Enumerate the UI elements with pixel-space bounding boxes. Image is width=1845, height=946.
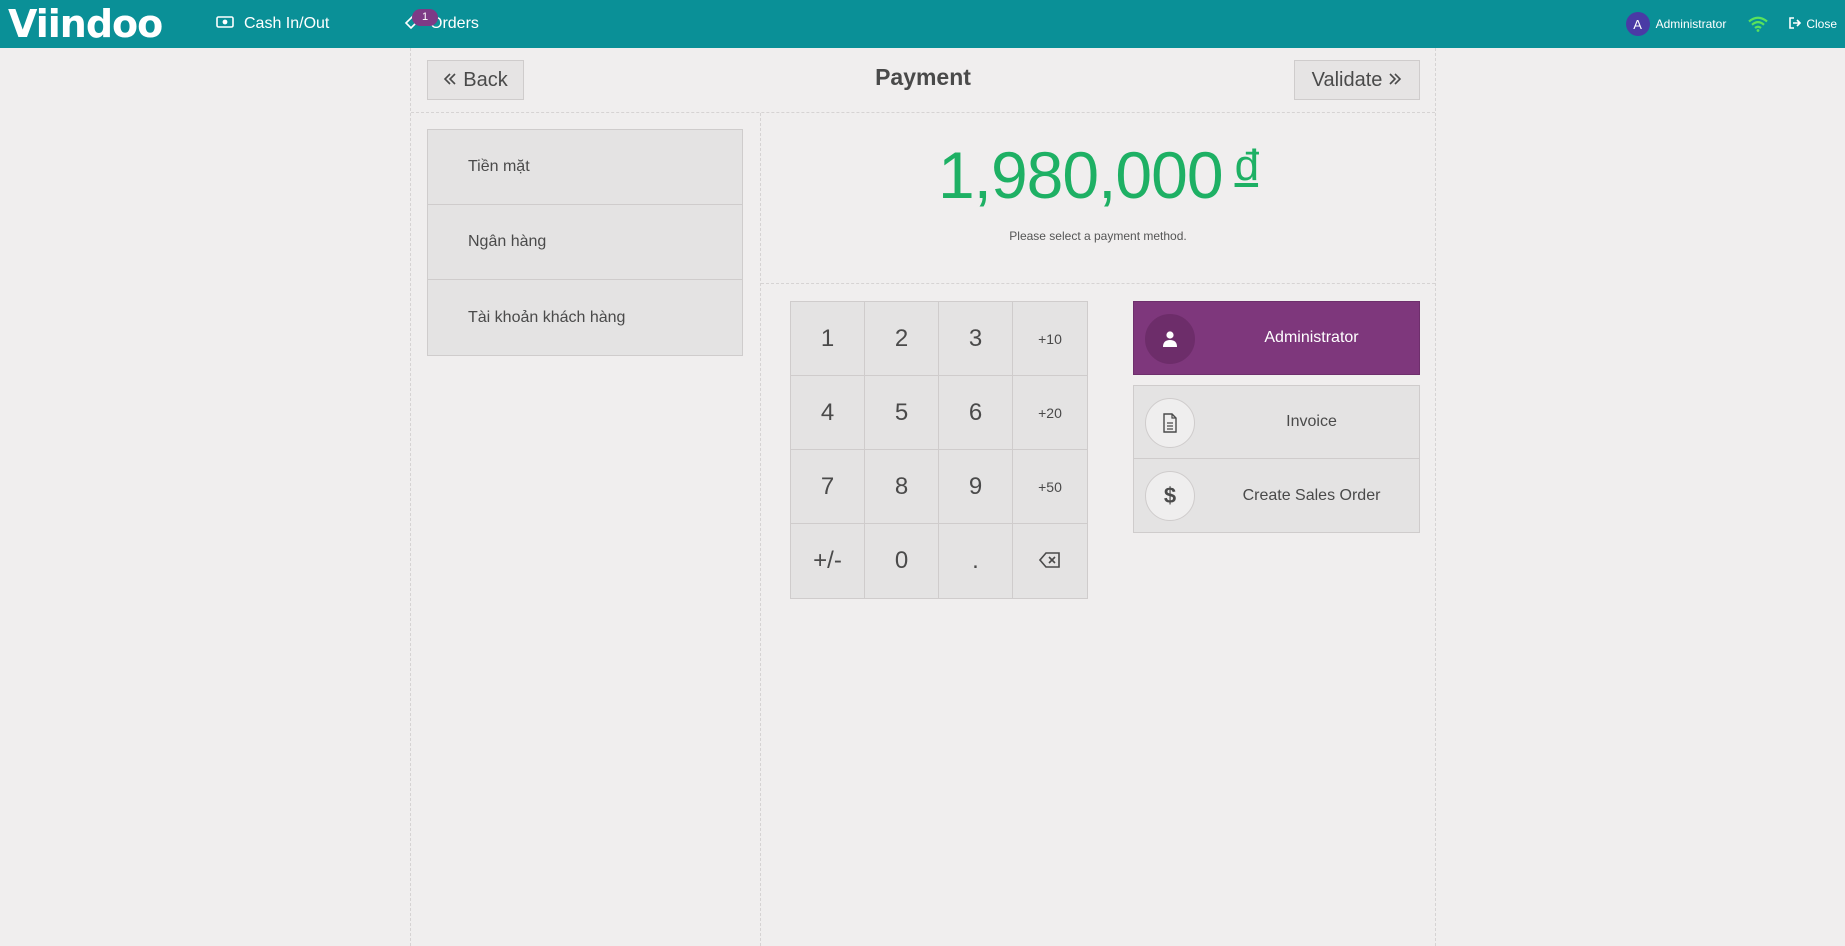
page-title: Payment — [875, 64, 971, 90]
numpad-key-1[interactable]: 1 — [791, 302, 865, 376]
close-label: Close — [1806, 17, 1837, 31]
numpad-key-plus-10[interactable]: +10 — [1013, 302, 1087, 376]
numpad-key-backspace[interactable] — [1013, 524, 1087, 598]
validate-button[interactable]: Validate — [1294, 60, 1420, 100]
user-name: Administrator — [1655, 17, 1727, 31]
orders-button[interactable]: 1 Orders — [404, 0, 479, 48]
payment-actions: Administrator Invoice $ Create Sales Ord… — [1133, 301, 1420, 533]
currency-symbol: đ — [1234, 141, 1260, 190]
payment-method-bank[interactable]: Ngân hàng — [428, 205, 742, 280]
numpad-key-0[interactable]: 0 — [865, 524, 939, 598]
payment-right-panel: 1,980,000 đ Please select a payment metho… — [761, 113, 1435, 946]
numpad-key-decimal[interactable]: . — [939, 524, 1013, 598]
close-button[interactable]: Close — [1788, 16, 1837, 33]
payment-method-customer-account[interactable]: Tài khoản khách hàng — [428, 280, 742, 355]
numpad-key-3[interactable]: 3 — [939, 302, 1013, 376]
order-actions-group: Invoice $ Create Sales Order — [1133, 385, 1420, 533]
numpad-key-plus-20[interactable]: +20 — [1013, 376, 1087, 450]
payment-method-label: Tiền mặt — [468, 158, 530, 175]
numpad: 1 2 3 +10 4 5 6 +20 7 8 9 +50 +/- 0 . — [790, 301, 1088, 599]
payment-method-label: Ngân hàng — [468, 233, 547, 250]
wifi-icon[interactable] — [1748, 16, 1769, 32]
money-icon — [216, 15, 234, 34]
numpad-key-plus-minus[interactable]: +/- — [791, 524, 865, 598]
numpad-key-plus-50[interactable]: +50 — [1013, 450, 1087, 524]
numpad-key-9[interactable]: 9 — [939, 450, 1013, 524]
customer-button[interactable]: Administrator — [1133, 301, 1420, 375]
payment-method-cash[interactable]: Tiền mặt — [428, 130, 742, 205]
user-icon — [1145, 314, 1195, 364]
user-menu[interactable]: A Administrator — [1625, 12, 1727, 36]
payment-header: Back Payment Validate — [411, 48, 1435, 113]
sign-out-icon — [1788, 16, 1802, 33]
cash-in-out-label: Cash In/Out — [244, 15, 330, 32]
avatar: A — [1625, 12, 1650, 36]
customer-name: Administrator — [1264, 329, 1359, 346]
double-chevron-right-icon — [1388, 69, 1402, 92]
amount-due: 1,980,000 đ — [761, 137, 1435, 213]
orders-badge: 1 — [412, 9, 438, 26]
numpad-key-7[interactable]: 7 — [791, 450, 865, 524]
payment-screen: Back Payment Validate Tiền mặt Ngân hàng… — [410, 48, 1436, 946]
numpad-key-4[interactable]: 4 — [791, 376, 865, 450]
create-sales-order-label: Create Sales Order — [1242, 486, 1381, 504]
payment-methods-list: Tiền mặt Ngân hàng Tài khoản khách hàng — [427, 129, 743, 356]
numpad-key-5[interactable]: 5 — [865, 376, 939, 450]
topbar-right: A Administrator Close — [1625, 0, 1845, 48]
create-sales-order-button[interactable]: $ Create Sales Order — [1133, 459, 1420, 533]
invoice-button[interactable]: Invoice — [1133, 385, 1420, 459]
payment-methods-panel: Tiền mặt Ngân hàng Tài khoản khách hàng — [411, 113, 761, 946]
amount-due-box: 1,980,000 đ Please select a payment metho… — [761, 113, 1435, 284]
dollar-icon: $ — [1145, 471, 1195, 521]
file-text-icon — [1145, 398, 1195, 448]
numpad-key-6[interactable]: 6 — [939, 376, 1013, 450]
numpad-key-2[interactable]: 2 — [865, 302, 939, 376]
payment-method-label: Tài khoản khách hàng — [468, 308, 626, 326]
numpad-key-8[interactable]: 8 — [865, 450, 939, 524]
top-bar: Viindoo Cash In/Out 1 Orders A Administr… — [0, 0, 1845, 48]
amount-due-value: 1,980,000 — [937, 138, 1224, 212]
validate-label: Validate — [1311, 68, 1383, 91]
invoice-label: Invoice — [1286, 413, 1337, 430]
viindoo-logo: Viindoo — [8, 2, 163, 46]
payment-hint: Please select a payment method. — [1009, 229, 1187, 243]
cash-in-out-button[interactable]: Cash In/Out — [216, 0, 329, 48]
backspace-icon — [1038, 547, 1061, 575]
